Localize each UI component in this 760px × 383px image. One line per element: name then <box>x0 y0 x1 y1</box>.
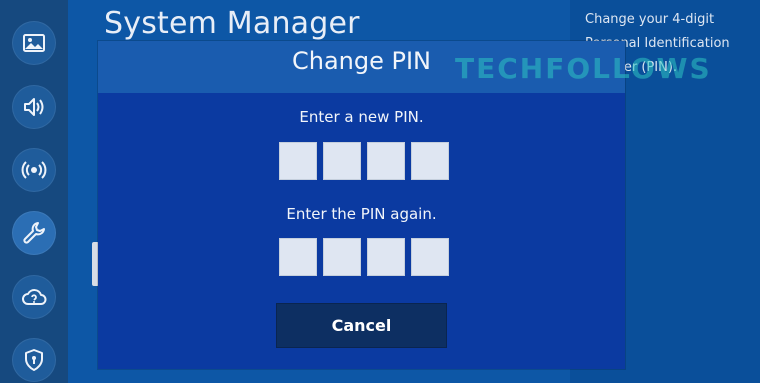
cancel-button[interactable]: Cancel <box>276 303 447 348</box>
sidebar-item-picture[interactable] <box>12 21 56 65</box>
wrench-icon <box>23 222 45 244</box>
confirm-pin-digit-1[interactable] <box>279 238 317 276</box>
new-pin-digit-2[interactable] <box>323 142 361 180</box>
new-pin-row <box>279 142 449 180</box>
broadcast-icon <box>21 161 47 179</box>
sidebar <box>0 0 68 383</box>
confirm-pin-digit-2[interactable] <box>323 238 361 276</box>
sidebar-item-sound[interactable] <box>12 85 56 129</box>
confirm-pin-digit-4[interactable] <box>411 238 449 276</box>
new-pin-digit-3[interactable] <box>367 142 405 180</box>
confirm-pin-digit-3[interactable] <box>367 238 405 276</box>
new-pin-digit-4[interactable] <box>411 142 449 180</box>
new-pin-digit-1[interactable] <box>279 142 317 180</box>
page-title: System Manager <box>104 6 360 41</box>
shield-icon <box>25 349 43 371</box>
confirm-pin-row <box>279 238 449 276</box>
sidebar-item-broadcasting[interactable] <box>12 148 56 192</box>
cloud-support-icon <box>22 289 47 305</box>
sound-icon <box>24 98 44 116</box>
sidebar-item-support[interactable] <box>12 275 56 319</box>
watermark: TECHFOLLOWS <box>455 52 712 85</box>
new-pin-prompt: Enter a new PIN. <box>299 108 424 126</box>
picture-icon <box>23 34 45 52</box>
sidebar-item-general[interactable] <box>12 211 56 255</box>
confirm-pin-prompt: Enter the PIN again. <box>286 205 437 223</box>
sidebar-item-privacy[interactable] <box>12 338 56 382</box>
change-pin-dialog: Change PIN Enter a new PIN. Enter the PI… <box>98 41 625 369</box>
